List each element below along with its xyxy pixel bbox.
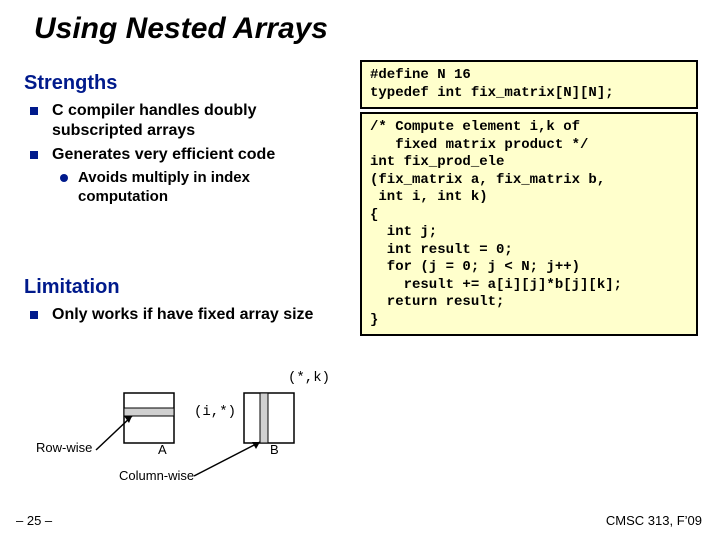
- slide-number: – 25 –: [16, 513, 52, 528]
- strengths-section: Strengths C compiler handles doubly subs…: [24, 72, 344, 211]
- matrix-a-label: A: [158, 442, 167, 457]
- list-item: Only works if have fixed array size: [46, 305, 344, 325]
- list-item: Generates very efficient code Avoids mul…: [46, 145, 344, 207]
- slide-title: Using Nested Arrays: [34, 12, 328, 46]
- matrix-diagram: (*,k) (i,*) A B Row-wise Column-wise: [24, 348, 344, 498]
- strengths-list: C compiler handles doubly subscripted ar…: [24, 101, 344, 207]
- limitation-section: Limitation Only works if have fixed arra…: [24, 276, 344, 329]
- list-item: C compiler handles doubly subscripted ar…: [46, 101, 344, 141]
- code-block-typedef: #define N 16 typedef int fix_matrix[N][N…: [360, 60, 698, 109]
- col-coord-label: (*,k): [288, 370, 330, 386]
- strengths-heading: Strengths: [24, 72, 344, 95]
- row-wise-label: Row-wise: [36, 440, 92, 455]
- code-block-function: /* Compute element i,k of fixed matrix p…: [360, 112, 698, 336]
- matrix-b-label: B: [270, 442, 279, 457]
- strengths-sublist: Avoids multiply in index computation: [52, 169, 344, 207]
- list-item: Avoids multiply in index computation: [74, 169, 344, 207]
- course-id: CMSC 313, F’09: [606, 513, 702, 528]
- limitation-heading: Limitation: [24, 276, 344, 299]
- row-coord-label: (i,*): [194, 404, 236, 420]
- limitation-list: Only works if have fixed array size: [24, 305, 344, 325]
- list-item-text: Generates very efficient code: [52, 146, 275, 163]
- column-wise-label: Column-wise: [119, 468, 194, 483]
